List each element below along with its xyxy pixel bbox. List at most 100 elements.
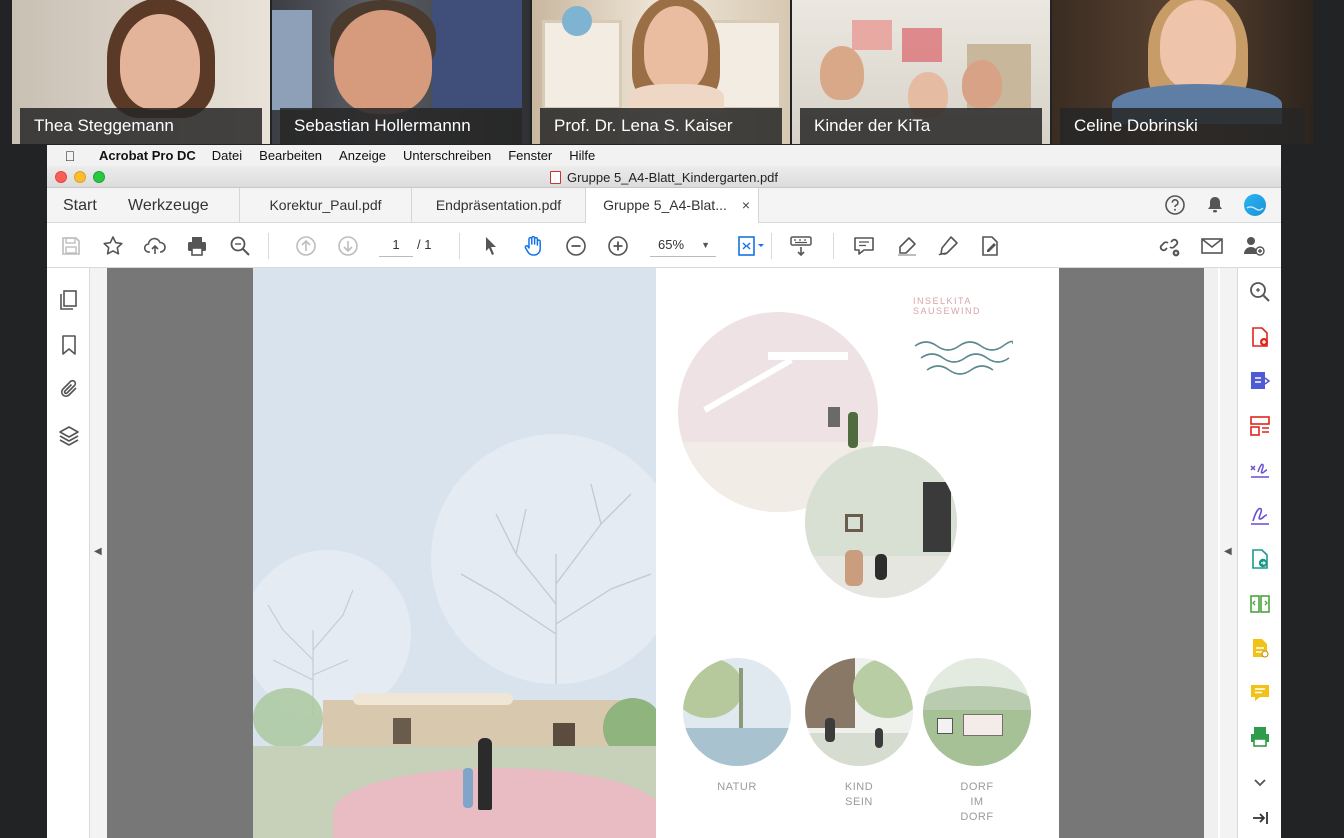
upload-cloud-icon[interactable] — [143, 234, 167, 258]
pdf-file-icon — [549, 171, 561, 184]
video-tile-celine[interactable]: Celine Dobrinski — [1052, 0, 1313, 144]
chevron-left-icon: ◀ — [94, 546, 102, 557]
acrobat-window: Gruppe 5_A4-Blatt_Kindergarten.pdf Start… — [47, 166, 1281, 838]
next-page-icon[interactable] — [336, 234, 360, 258]
dorf-im-dorf-illustration — [923, 658, 1031, 766]
help-icon[interactable] — [1164, 194, 1186, 216]
compare-files-icon[interactable] — [1248, 592, 1272, 616]
share-link-icon[interactable] — [1157, 234, 1181, 258]
send-for-review-icon[interactable] — [1248, 547, 1272, 571]
caption-im-text: IM — [970, 796, 984, 808]
layers-icon[interactable] — [57, 424, 81, 448]
page-number-input[interactable]: 1 — [379, 233, 413, 257]
logo-text: INSELKITA SAUSEWIND — [913, 296, 982, 316]
caption-dorf-text: DORF — [960, 781, 994, 793]
attachment-icon[interactable] — [57, 377, 81, 401]
toolbar-separator — [268, 233, 269, 259]
menu-bearbeiten[interactable]: Bearbeiten — [259, 148, 322, 163]
zoom-in-icon[interactable] — [606, 234, 630, 258]
video-tile-thea[interactable]: Thea Steggemann — [12, 0, 270, 144]
highlight-pen-icon[interactable] — [895, 234, 919, 258]
menu-app-name[interactable]: Acrobat Pro DC — [99, 148, 196, 163]
email-icon[interactable] — [1200, 234, 1224, 258]
sign-pen-icon[interactable] — [936, 234, 960, 258]
document-tab-label: Endpräsentation.pdf — [435, 197, 562, 213]
menu-anzeige[interactable]: Anzeige — [339, 148, 386, 163]
window-titlebar: Gruppe 5_A4-Blatt_Kindergarten.pdf — [47, 166, 1281, 188]
select-cursor-icon[interactable] — [479, 234, 503, 258]
apple-icon[interactable]:  — [47, 148, 81, 164]
bush — [253, 688, 323, 748]
menu-fenster[interactable]: Fenster — [508, 148, 552, 163]
bookmark-star-icon[interactable] — [101, 234, 125, 258]
organize-pages-icon[interactable] — [1248, 414, 1272, 438]
vertical-scrollbar[interactable] — [1204, 268, 1218, 838]
left-pane-toggle[interactable]: ◀ — [90, 268, 107, 838]
previous-page-icon[interactable] — [294, 234, 318, 258]
document-view[interactable]: INSELKITA SAUSEWIND NATUR KIND SEIN DORF… — [107, 268, 1204, 838]
scan-ocr-icon[interactable] — [1248, 636, 1272, 660]
comment-icon[interactable] — [852, 234, 876, 258]
zoom-level-value: 65% — [658, 237, 685, 252]
natur-illustration — [683, 658, 791, 766]
hand-tool-icon[interactable] — [521, 234, 545, 258]
chevron-right-icon: ◀ — [1224, 546, 1232, 557]
participant-name: Celine Dobrinski — [1060, 108, 1305, 144]
menu-hilfe[interactable]: Hilfe — [569, 148, 595, 163]
comment-tool-icon[interactable] — [1248, 681, 1272, 705]
page-total-label: / 1 — [417, 237, 432, 252]
zoom-level-select[interactable]: 65% ▼ — [650, 233, 716, 257]
document-tab-label: Gruppe 5_A4-Blat... — [603, 197, 727, 213]
chevron-down-icon[interactable] — [1248, 770, 1272, 794]
pdf-page: INSELKITA SAUSEWIND NATUR KIND SEIN DORF… — [253, 268, 1059, 838]
wave-icon — [914, 340, 1013, 375]
main-toolbar: 1 / 1 65% ▼ — [47, 223, 1281, 268]
video-tile-lena[interactable]: Prof. Dr. Lena S. Kaiser — [532, 0, 790, 144]
document-tab[interactable]: Endpräsentation.pdf — [411, 188, 585, 223]
caption-sein-text: SEIN — [845, 796, 873, 808]
kindergarten-exterior-illustration — [253, 268, 656, 838]
caption-kind-sein: KIND SEIN — [819, 780, 899, 810]
participant-name: Prof. Dr. Lena S. Kaiser — [540, 108, 782, 144]
caption-natur: NATUR — [697, 780, 777, 795]
right-pane-toggle[interactable]: ◀ — [1220, 268, 1237, 838]
menu-datei[interactable]: Datei — [212, 148, 242, 163]
document-tab-active[interactable]: Gruppe 5_A4-Blat... × — [585, 188, 759, 224]
video-tile-sebastian[interactable]: Sebastian Hollermannn — [272, 0, 530, 144]
print-icon[interactable] — [185, 234, 209, 258]
window-title-text: Gruppe 5_A4-Blatt_Kindergarten.pdf — [566, 170, 779, 185]
video-tile-kita[interactable]: Kinder der KiTa — [792, 0, 1050, 144]
menu-bar:  Acrobat Pro DC Datei Bearbeiten Anzeig… — [47, 145, 1281, 166]
participant-name: Kinder der KiTa — [800, 108, 1042, 144]
create-pdf-icon[interactable] — [1248, 325, 1272, 349]
request-signature-icon[interactable] — [1248, 503, 1272, 527]
save-icon[interactable] — [59, 234, 83, 258]
page-thumbnails-icon[interactable] — [57, 288, 81, 312]
tab-start[interactable]: Start — [63, 188, 97, 223]
zoom-out-icon[interactable] — [564, 234, 588, 258]
fill-and-sign-icon[interactable] — [1248, 458, 1272, 482]
user-avatar-icon[interactable] — [1243, 193, 1267, 217]
tab-tools[interactable]: Werkzeuge — [128, 188, 209, 223]
walking-figure-child — [463, 768, 473, 808]
close-tab-icon[interactable]: × — [742, 188, 750, 223]
fill-sign-icon[interactable] — [978, 234, 1002, 258]
notification-bell-icon[interactable] — [1204, 194, 1226, 216]
caption-kind-text: KIND — [844, 781, 874, 793]
fit-page-icon[interactable] — [736, 234, 766, 258]
collapse-pane-icon[interactable] — [1248, 806, 1272, 830]
keyboard-scroll-icon[interactable] — [789, 234, 813, 258]
caption-dorf2-text: DORF — [960, 811, 994, 823]
add-user-icon[interactable] — [1242, 234, 1266, 258]
document-tab[interactable]: Korektur_Paul.pdf — [239, 188, 411, 223]
export-pdf-icon[interactable] — [1248, 369, 1272, 393]
tree-canopy-large — [431, 434, 656, 684]
bookmark-icon[interactable] — [57, 333, 81, 357]
menu-unterschreiben[interactable]: Unterschreiben — [403, 148, 491, 163]
search-icon[interactable] — [1248, 280, 1272, 304]
navigation-pane — [47, 268, 90, 838]
window-title: Gruppe 5_A4-Blatt_Kindergarten.pdf — [47, 170, 1281, 185]
print-production-icon[interactable] — [1248, 725, 1272, 749]
toolbar-separator — [459, 233, 460, 259]
search-zoom-icon[interactable] — [228, 234, 252, 258]
